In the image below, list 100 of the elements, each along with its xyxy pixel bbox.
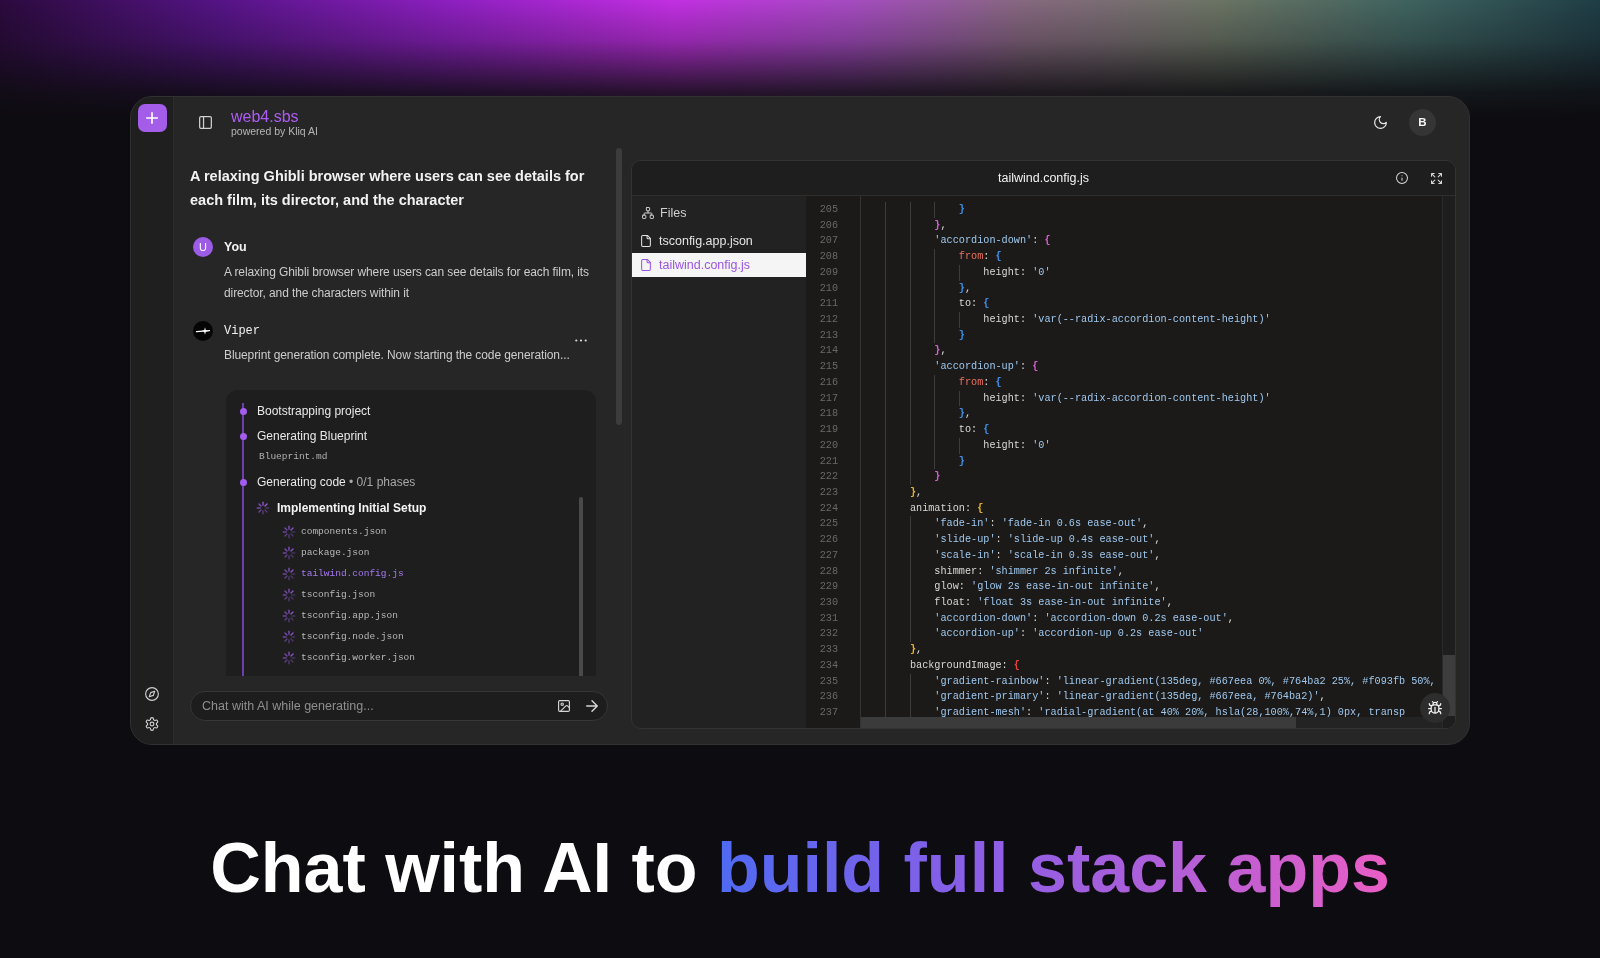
image-icon[interactable] <box>558 700 570 712</box>
code-line: shimmer: 'shimmer 2s infinite', <box>934 564 1124 579</box>
file-name: tsconfig.app.json <box>301 609 398 623</box>
code-line: height: '0' <box>983 265 1051 280</box>
message-text: Blueprint generation complete. Now starting the code generation... <box>224 347 571 364</box>
code-line: } <box>934 470 941 485</box>
indent-guide <box>958 312 960 328</box>
author-name: Viper <box>224 322 260 340</box>
line-number: 209 <box>818 265 838 280</box>
code-line: } <box>958 203 965 217</box>
phase-title: Implementing Initial Setup <box>277 500 427 516</box>
code-line: }, <box>909 643 923 658</box>
line-number: 230 <box>818 595 838 610</box>
settings-icon[interactable] <box>145 717 159 731</box>
file-name: tsconfig.node.json <box>301 630 404 644</box>
line-number: 212 <box>818 313 838 328</box>
line-number: 205 <box>818 203 838 217</box>
file-item[interactable]: tailwind.config.js <box>632 253 806 277</box>
code-line: to: { <box>958 423 990 438</box>
code-line: height: '0' <box>983 438 1051 453</box>
line-number: 210 <box>818 281 838 296</box>
moon-icon[interactable] <box>1374 115 1387 129</box>
code-line: backgroundImage: { <box>909 658 1020 673</box>
code-line: 'slide-up': 'slide-up 0.4s ease-out', <box>934 533 1161 548</box>
spinner-icon <box>283 526 295 538</box>
files-heading: Files <box>660 206 687 220</box>
line-number: 227 <box>818 548 838 563</box>
code-line: animation: { <box>909 501 984 516</box>
line-number: 228 <box>818 564 838 579</box>
spinner-icon <box>283 568 295 580</box>
plus-icon <box>146 112 158 124</box>
indent-guide <box>958 437 960 454</box>
code-line: }, <box>909 485 923 500</box>
line-number: 231 <box>818 611 838 626</box>
bug-icon <box>1428 701 1442 715</box>
line-number: 222 <box>818 470 838 485</box>
code-line: glow: 'glow 2s ease-in-out infinite', <box>934 580 1161 595</box>
file-icon <box>641 259 651 271</box>
brand-tagline: powered by Kliq AI <box>231 124 318 137</box>
code-line: 'gradient-primary': 'linear-gradient(135deg, #667eea, #764ba2)', <box>934 690 1326 705</box>
code-line: }, <box>958 281 972 296</box>
code-line: } <box>958 454 965 469</box>
send-icon[interactable] <box>586 700 598 712</box>
code-line: 'accordion-up': 'accordion-up 0.2s ease-out' <box>934 627 1204 642</box>
code-line: }, <box>934 218 947 233</box>
line-number: 206 <box>818 218 838 233</box>
file-name: Blueprint.md <box>259 450 328 464</box>
spinner-icon <box>283 589 295 601</box>
line-number: 215 <box>818 360 838 375</box>
chat-input[interactable]: Chat with AI while generating... <box>190 691 608 721</box>
profile-avatar[interactable]: B <box>1409 108 1436 136</box>
line-number: 237 <box>818 706 838 720</box>
message-text: A relaxing Ghibli browser where users can see details for each film, its director, and the characters within it <box>224 263 590 302</box>
code-line: to: { <box>958 297 990 312</box>
code-line: 'accordion-down': 'accordion-down 0.2s ease-out', <box>934 611 1234 626</box>
indent-guide <box>909 673 911 717</box>
add-button[interactable] <box>137 104 167 132</box>
author-name: You <box>224 239 247 256</box>
file-title: tailwind.config.js <box>998 171 1089 185</box>
code-line: from: { <box>958 250 1002 265</box>
spinner-icon <box>283 610 295 622</box>
code-line: }, <box>958 407 972 422</box>
line-number: 234 <box>818 658 838 673</box>
line-number: 213 <box>818 328 838 343</box>
step-label: Generating code • 0/1 phases <box>257 474 416 490</box>
sidebar-toggle-icon[interactable] <box>199 115 212 129</box>
agent-avatar-icon <box>193 320 213 341</box>
line-number: 211 <box>818 297 838 312</box>
step-label: Generating Blueprint <box>257 428 368 444</box>
line-number: 217 <box>818 391 838 406</box>
file-icon <box>641 235 651 247</box>
timeline-dot <box>239 478 247 486</box>
file-name: package.json <box>301 546 370 560</box>
line-number: 220 <box>818 438 838 453</box>
expand-icon[interactable] <box>1431 172 1442 184</box>
code-line: from: { <box>958 375 1002 390</box>
user-avatar: U <box>193 237 213 257</box>
line-number: 216 <box>818 375 838 390</box>
line-number: 208 <box>818 250 838 265</box>
line-number: 232 <box>818 627 838 642</box>
code-line: 'accordion-up': { <box>934 360 1039 375</box>
line-number: 226 <box>818 533 838 548</box>
spinner-icon <box>283 652 295 664</box>
code-line: 'gradient-mesh': 'radial-gradient(at 40% 20%, hsla(28,100%,74%,1) 0px, transp <box>934 706 1406 717</box>
compass-icon[interactable] <box>145 687 159 701</box>
file-item[interactable]: tsconfig.app.json <box>632 229 806 253</box>
info-icon[interactable] <box>1396 172 1408 184</box>
timeline-dot <box>239 432 247 440</box>
spinner-icon <box>283 631 295 643</box>
timeline-dot <box>239 407 247 415</box>
file-name: tsconfig.json <box>301 588 376 602</box>
file-name: tailwind.config.js <box>301 567 404 581</box>
line-number: 207 <box>818 234 838 249</box>
line-number: 223 <box>818 485 838 500</box>
file-name: components.json <box>301 525 387 539</box>
code-line: 'accordion-down': { <box>934 234 1051 249</box>
line-number: 235 <box>818 674 838 689</box>
indent-guide <box>958 390 960 407</box>
line-number: 221 <box>818 454 838 469</box>
line-number: 218 <box>818 407 838 422</box>
